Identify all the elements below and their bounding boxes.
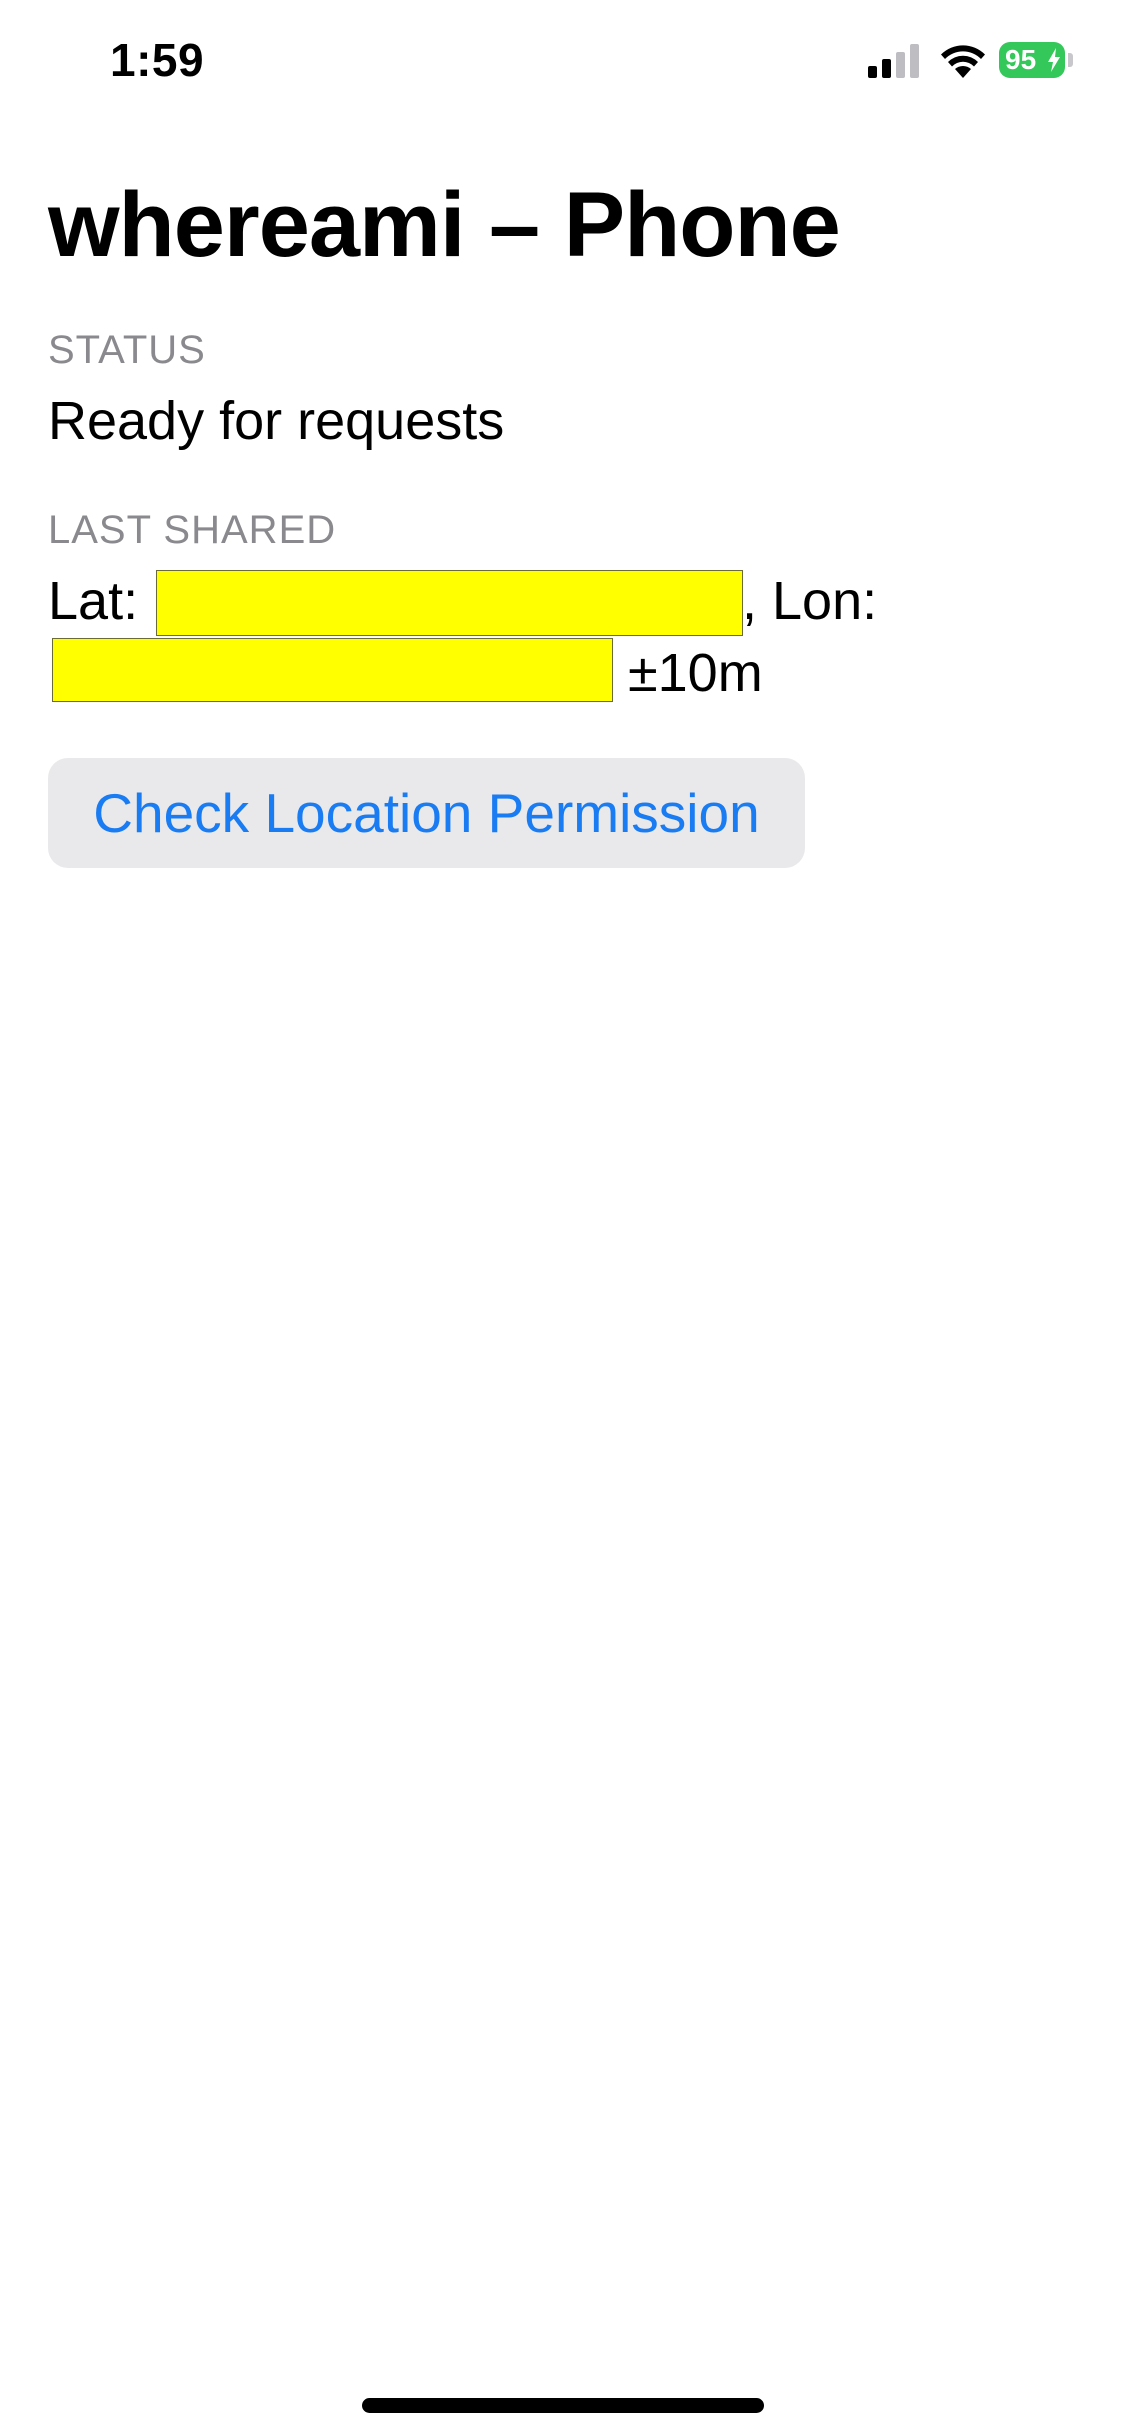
status-value: Ready for requests (48, 391, 505, 451)
home-indicator[interactable] (362, 2398, 764, 2413)
last-shared-section-label: LAST SHARED (48, 508, 337, 552)
longitude-redaction (52, 638, 613, 702)
battery-cap (1068, 53, 1073, 67)
latitude-redaction (156, 570, 743, 636)
cellular-signal-icon (868, 44, 919, 78)
wifi-icon (941, 45, 985, 78)
status-bar: 1:59 95 (0, 0, 1125, 130)
status-time: 1:59 (110, 34, 205, 86)
check-location-permission-button[interactable]: Check Location Permission (48, 758, 805, 868)
charging-bolt-icon (1048, 48, 1060, 72)
status-section-label: STATUS (48, 328, 206, 372)
accuracy-value: ±10m (628, 643, 763, 703)
longitude-label: , Lon: (742, 571, 878, 631)
latitude-label: Lat: (48, 571, 139, 631)
battery-charging-icon: 95 (999, 42, 1065, 78)
page-title: whereami – Phone (48, 174, 841, 276)
